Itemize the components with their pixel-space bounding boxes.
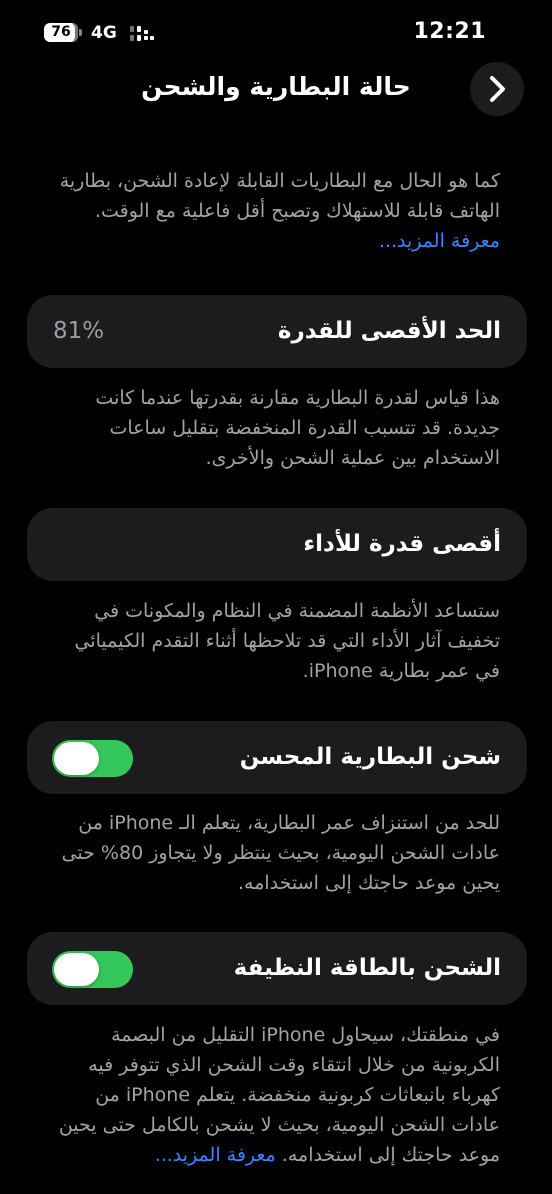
clean-energy-row: الشحن بالطاقة النظيفة xyxy=(27,932,527,1005)
clean-energy-toggle[interactable] xyxy=(52,951,133,988)
clean-energy-text: في منطقتك، سيحاول iPhone التقليل من البص… xyxy=(58,1024,500,1166)
clean-energy-description: في منطقتك، سيحاول iPhone التقليل من البص… xyxy=(52,1020,500,1170)
optimized-charging-description: للحد من استنزاف عمر البطارية، يتعلم الـ … xyxy=(61,812,500,894)
network-type: 4G xyxy=(91,23,117,43)
peak-performance-label: أقصى قدرة للأداء xyxy=(303,531,501,557)
signal-dots-icon xyxy=(128,24,156,42)
peak-performance-row[interactable]: أقصى قدرة للأداء xyxy=(27,508,527,581)
toggle-knob xyxy=(54,953,99,986)
max-capacity-row: الحد الأقصى للقدرة 81% xyxy=(27,295,527,368)
battery-level: 76 xyxy=(44,22,78,42)
clock: 12:21 xyxy=(413,19,486,44)
toggle-knob xyxy=(54,742,99,775)
chevron-right-icon xyxy=(490,76,505,102)
peak-performance-description: ستساعد الأنظمة المضمنة في النظام والمكون… xyxy=(74,600,501,682)
clean-energy-label: الشحن بالطاقة النظيفة xyxy=(233,955,501,981)
battery-indicator: 76 xyxy=(44,22,82,42)
optimized-charging-label: شحن البطارية المحسن xyxy=(239,744,501,770)
battery-tip xyxy=(79,28,82,36)
optimized-charging-toggle[interactable] xyxy=(52,740,133,777)
optimized-charging-row: شحن البطارية المحسن xyxy=(27,721,527,794)
learn-more-link[interactable]: معرفة المزيد... xyxy=(379,230,500,252)
max-capacity-label: الحد الأقصى للقدرة xyxy=(277,318,501,344)
status-bar: 76 4G 12:21 xyxy=(0,0,552,64)
max-capacity-description: هذا قياس لقدرة البطارية مقارنة بقدرتها ع… xyxy=(95,387,500,469)
clean-energy-learn-more-link[interactable]: معرفة المزيد... xyxy=(155,1144,276,1166)
back-button[interactable] xyxy=(470,62,524,116)
intro-description: كما هو الحال مع البطاريات القابلة لإعادة… xyxy=(52,166,500,256)
intro-text: كما هو الحال مع البطاريات القابلة لإعادة… xyxy=(59,170,500,222)
max-capacity-value: 81% xyxy=(53,318,105,344)
